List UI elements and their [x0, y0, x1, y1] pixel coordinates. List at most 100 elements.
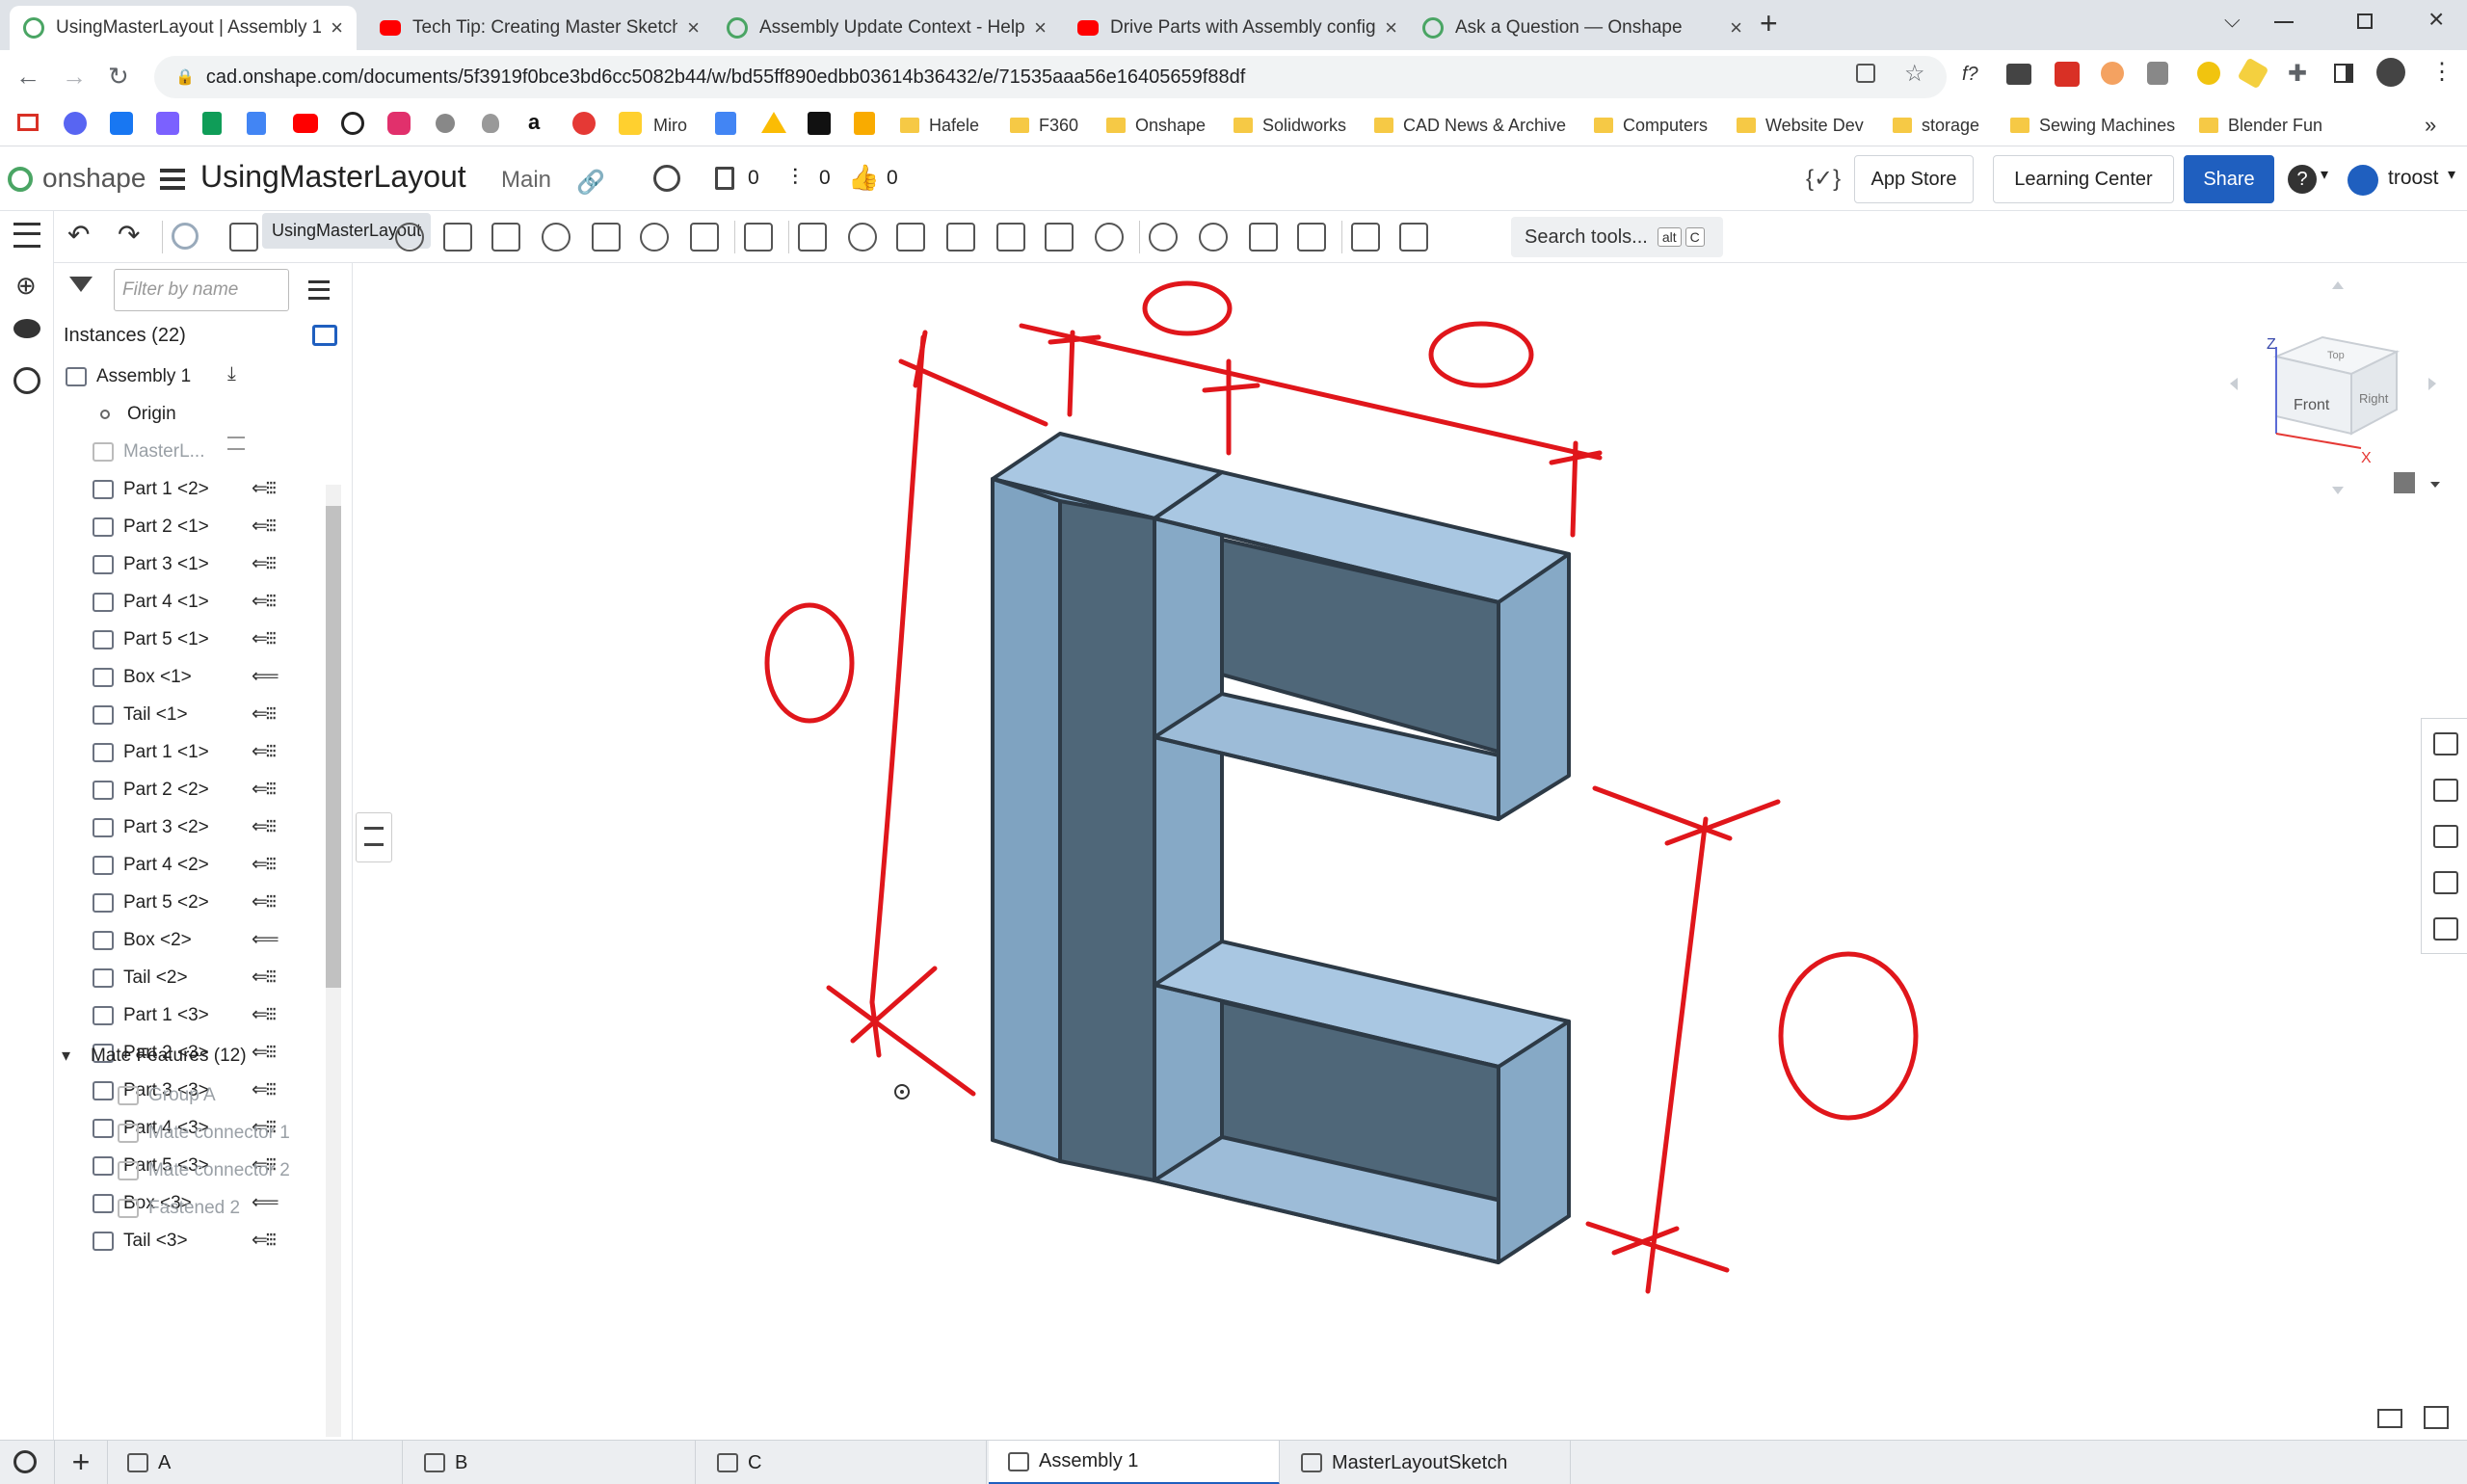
close-tab-icon[interactable]: × — [1034, 15, 1047, 40]
likes-count[interactable]: 0 — [887, 167, 898, 190]
revolute-mate-icon[interactable] — [848, 223, 877, 252]
linear-relation-icon[interactable] — [1297, 223, 1326, 252]
search-tools-box[interactable]: Search tools... alt C — [1511, 217, 1723, 257]
triad-tool-icon[interactable] — [640, 223, 669, 252]
extension-fx-icon[interactable]: f? — [1962, 64, 1978, 86]
document-tab[interactable]: A — [108, 1441, 403, 1484]
tree-row[interactable]: Part 4 <1> — [93, 585, 209, 620]
variables-icon[interactable] — [2433, 917, 2458, 941]
address-bar[interactable]: 🔒 cad.onshape.com/documents/5f3919f0bce3… — [154, 56, 1947, 98]
document-title[interactable]: UsingMasterLayout — [200, 159, 466, 195]
extension-red-icon[interactable] — [2055, 62, 2080, 87]
document-tab[interactable]: C — [698, 1441, 987, 1484]
amazon-icon[interactable]: a — [528, 110, 540, 135]
side-panel-icon[interactable] — [2334, 64, 2353, 83]
globe-icon[interactable] — [653, 165, 680, 192]
insert-part-tool-icon[interactable] — [229, 223, 258, 252]
youtube-icon[interactable] — [293, 114, 318, 133]
measure-icon[interactable] — [1399, 223, 1428, 252]
tree-row[interactable]: Tail <3> — [93, 1224, 188, 1259]
replicate-tool-icon[interactable] — [443, 223, 472, 252]
tree-row[interactable]: Assembly 1 — [66, 359, 191, 394]
history-icon[interactable] — [13, 367, 40, 394]
configurations-icon[interactable] — [2433, 825, 2458, 848]
slide-tool-icon[interactable] — [592, 223, 621, 252]
bookmark-cad-news[interactable]: CAD News & Archive — [1374, 112, 1566, 139]
tree-row[interactable]: Part 2 <1> — [93, 510, 209, 544]
apple-icon[interactable] — [482, 114, 499, 133]
play-red-icon[interactable] — [572, 112, 596, 135]
browser-tab[interactable]: UsingMasterLayout | Assembly 1 × — [10, 6, 357, 50]
user-name[interactable]: troost — [2388, 167, 2439, 190]
forms-icon[interactable] — [247, 112, 266, 135]
hamburger-menu-icon[interactable] — [160, 169, 185, 190]
minimize-icon[interactable] — [2274, 21, 2294, 23]
comments-icon[interactable] — [13, 319, 40, 338]
new-tab-button[interactable]: + — [1760, 6, 1778, 41]
close-tab-icon[interactable]: × — [687, 15, 700, 40]
tree-row[interactable]: Part 1 <1> — [93, 735, 209, 770]
browser-tab[interactable]: Drive Parts with Assembly config × — [1064, 6, 1411, 50]
bookmark-f360[interactable]: F360 — [1010, 112, 1078, 139]
panel-scrollbar[interactable] — [326, 485, 341, 1437]
share-page-icon[interactable] — [1856, 64, 1875, 83]
add-tab-button[interactable]: + — [54, 1441, 108, 1484]
gear-relation-icon[interactable] — [1149, 223, 1178, 252]
document-tab[interactable]: MasterLayoutSketch — [1282, 1441, 1571, 1484]
list-view-icon[interactable] — [308, 280, 330, 300]
filter-icon[interactable] — [69, 277, 93, 292]
extension-brush-icon[interactable] — [2237, 57, 2269, 90]
browser-tab[interactable]: Ask a Question — Onshape × — [1409, 6, 1756, 50]
width-tool-icon[interactable] — [690, 223, 719, 252]
chevron-down-icon[interactable]: ⌵ — [2224, 8, 2241, 33]
close-window-icon[interactable]: × — [2428, 4, 2444, 35]
tree-row[interactable]: Part 1 <3> — [93, 998, 209, 1033]
filter-input[interactable]: Filter by name — [114, 269, 289, 311]
part-tall-column[interactable] — [991, 432, 1224, 1182]
tree-row[interactable]: Part 1 <2> — [93, 472, 209, 507]
forward-icon[interactable]: → — [62, 62, 87, 91]
gray-dot-icon[interactable] — [436, 114, 455, 133]
versions-count[interactable]: 0 — [748, 167, 759, 190]
pin-slot-mate-icon[interactable] — [1045, 223, 1074, 252]
drive-icon[interactable] — [761, 112, 786, 133]
bom-icon[interactable] — [2433, 779, 2458, 802]
profile-avatar[interactable] — [2376, 58, 2405, 87]
rotate-tool-icon[interactable] — [542, 223, 570, 252]
like-icon[interactable]: 👍 — [848, 163, 879, 193]
tree-row[interactable]: Tail <2> — [93, 961, 188, 995]
graphics-viewport[interactable]: Front Right Top Z X — [354, 263, 2467, 1440]
add-folder-icon[interactable] — [312, 325, 337, 346]
extension-news-icon[interactable] — [2006, 64, 2031, 85]
move-tool-icon[interactable] — [491, 223, 520, 252]
tree-row[interactable]: Origin — [93, 397, 176, 432]
app-store-button[interactable]: App Store — [1854, 155, 1974, 203]
branch-name[interactable]: Main — [501, 167, 551, 194]
document-tab[interactable]: B — [405, 1441, 696, 1484]
circle-a-icon[interactable] — [341, 112, 364, 135]
mate-features-chevron-icon[interactable]: ▾ — [62, 1046, 70, 1066]
tree-row[interactable]: Tail <1> — [93, 698, 188, 732]
appearance-icon[interactable] — [2433, 871, 2458, 894]
tree-row[interactable]: Box <1> — [93, 660, 192, 695]
model-canvas[interactable]: Front Right Top Z X — [354, 263, 2467, 1440]
screw-relation-icon[interactable] — [1249, 223, 1278, 252]
document-tab[interactable]: Assembly 1 — [989, 1441, 1280, 1484]
branches-count[interactable]: 0 — [819, 167, 831, 190]
mate-feature-row[interactable]: Fastened 2 — [118, 1191, 240, 1226]
regenerate-icon[interactable] — [172, 223, 199, 250]
properties-icon[interactable] — [2433, 732, 2458, 755]
scrollbar-thumb[interactable] — [326, 506, 341, 988]
bookmark-sewing-machines[interactable]: Sewing Machines — [2010, 112, 2175, 139]
clapper-icon[interactable] — [808, 112, 831, 135]
undo-icon[interactable]: ↶ — [67, 219, 90, 251]
browser-menu-icon[interactable]: ⋮ — [2430, 58, 2454, 86]
close-tab-icon[interactable]: × — [331, 15, 343, 40]
mate-connector-icon[interactable] — [1351, 223, 1380, 252]
explode-tool-icon[interactable] — [744, 223, 773, 252]
feature-list-icon[interactable] — [13, 223, 40, 248]
tree-row[interactable]: Part 5 <2> — [93, 886, 209, 920]
tree-row[interactable]: Part 3 <2> — [93, 810, 209, 845]
slider-mate-icon[interactable] — [896, 223, 925, 252]
rack-pinion-icon[interactable] — [1199, 223, 1228, 252]
